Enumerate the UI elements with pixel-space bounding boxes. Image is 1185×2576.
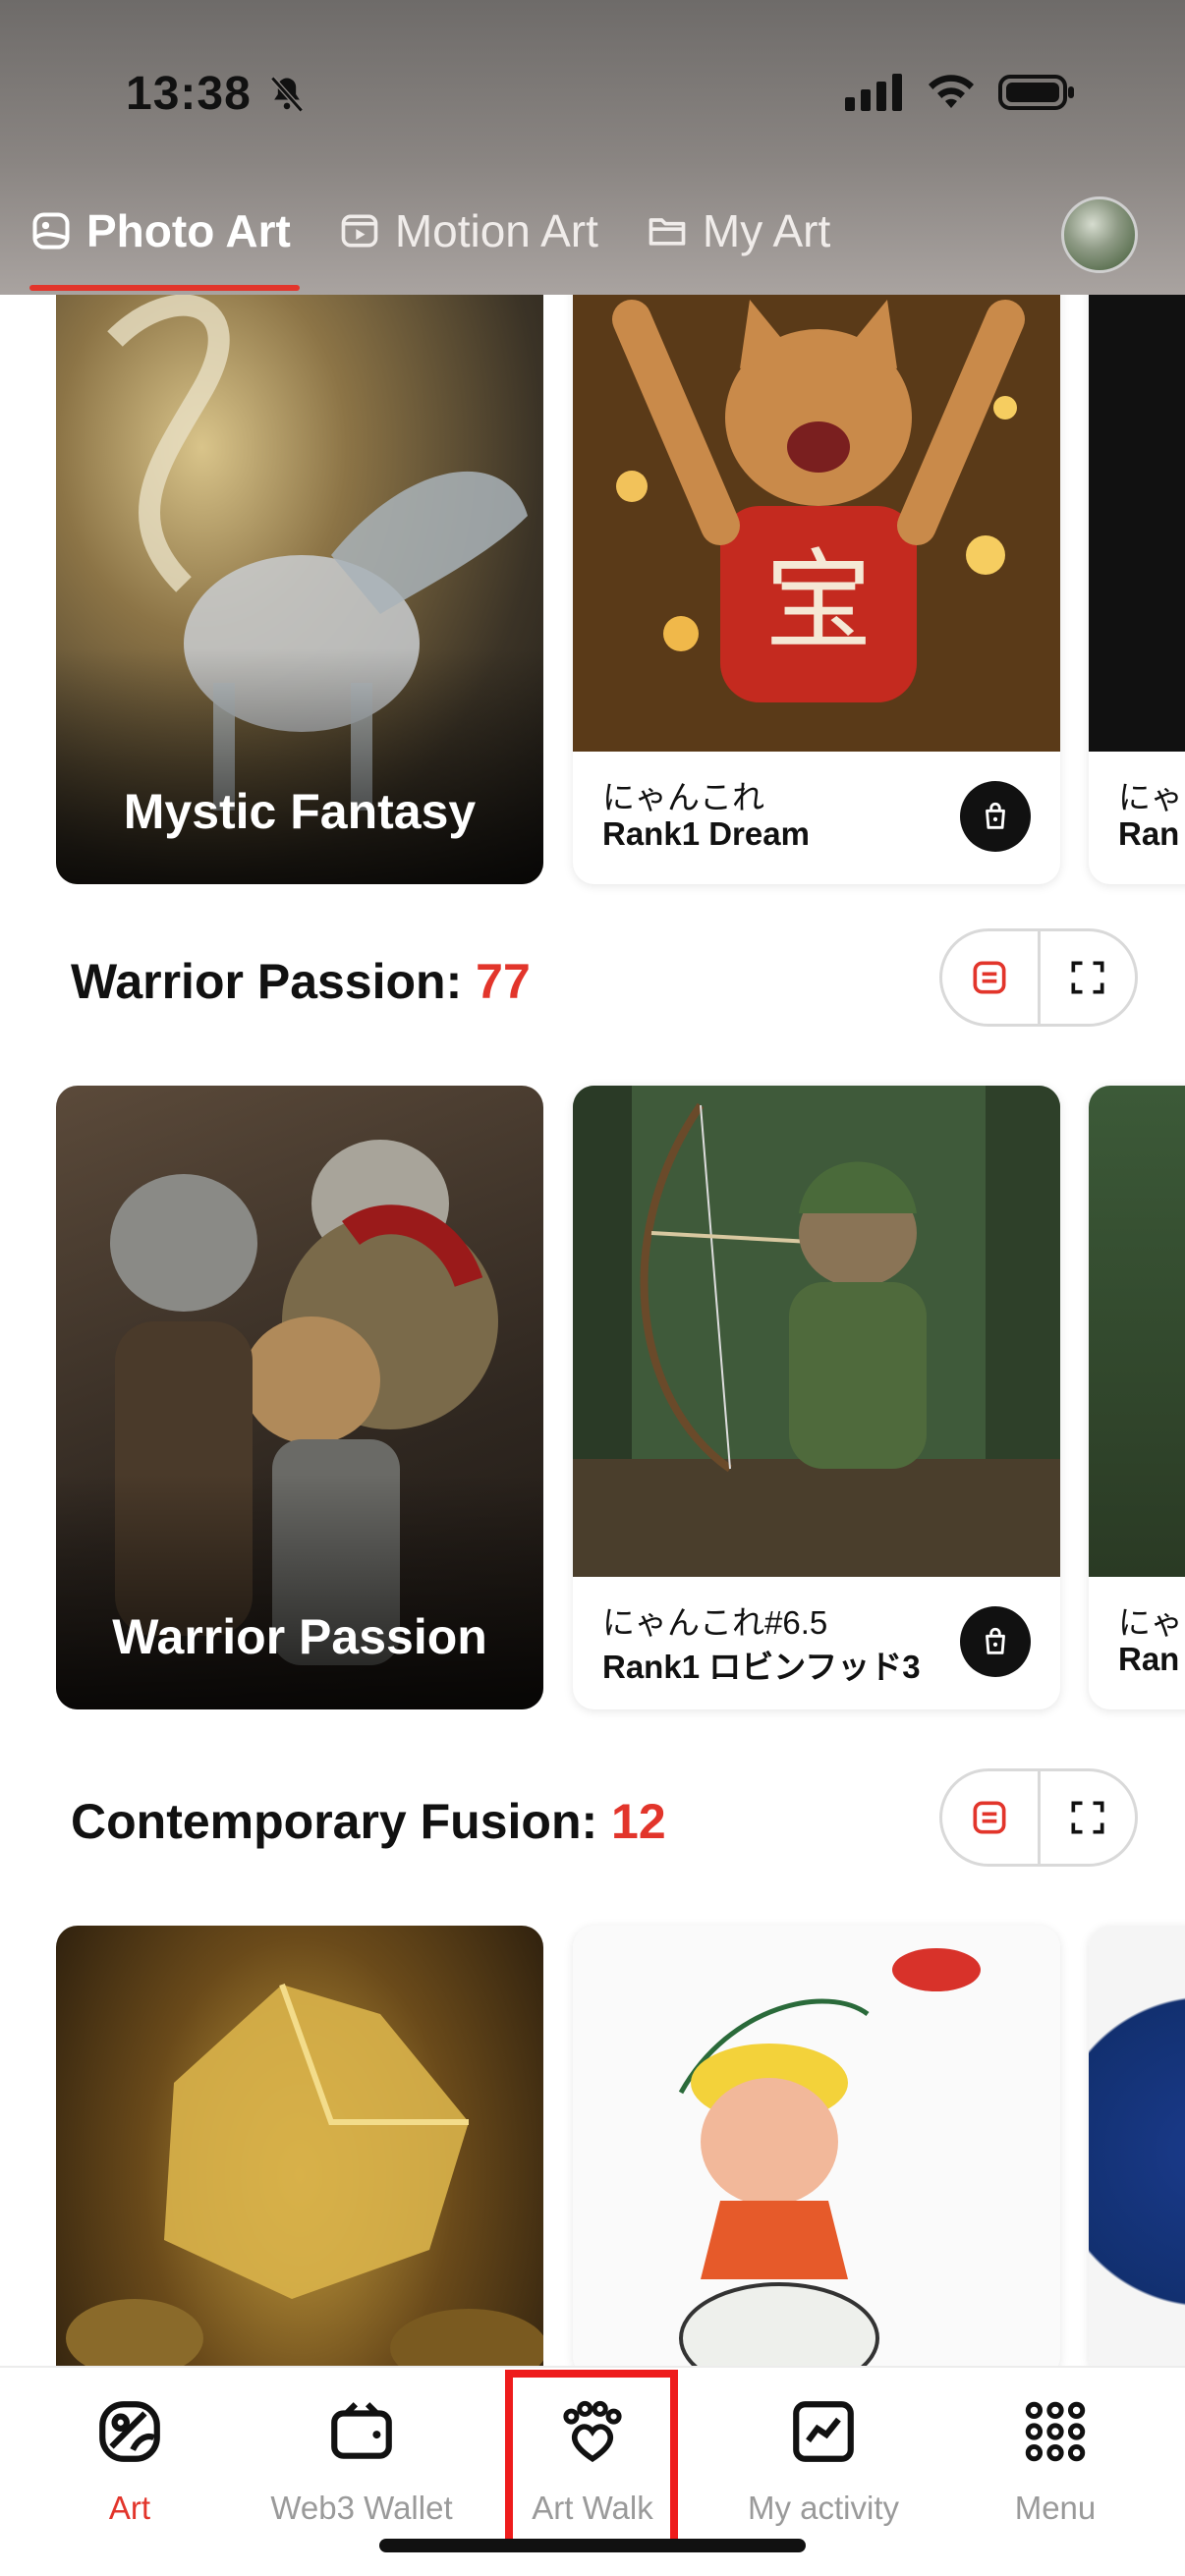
active-tab-indicator xyxy=(29,285,300,291)
collection-feature-card[interactable] xyxy=(56,1926,543,2366)
nav-label: Menu xyxy=(1014,2490,1097,2526)
tab-my-art[interactable]: My Art xyxy=(646,204,830,257)
section-count: 77 xyxy=(476,954,531,1009)
wallet-icon xyxy=(331,2402,392,2459)
cellular-signal-icon xyxy=(845,74,902,111)
art-card-title: にゃ xyxy=(1118,1604,1183,1641)
expand-icon xyxy=(1071,1801,1104,1834)
avatar[interactable] xyxy=(1061,196,1138,273)
app-header: 13:38 Photo Art Motion Art My Art xyxy=(0,0,1185,295)
art-card-title: にゃんこれ xyxy=(602,779,764,815)
folder-icon xyxy=(649,218,686,246)
photo-art-icon xyxy=(32,212,70,250)
home-indicator[interactable] xyxy=(379,2539,806,2552)
nav-art[interactable]: Art xyxy=(12,2395,248,2527)
nav-label: Art xyxy=(108,2490,151,2526)
section-title-contemporary-fusion: Contemporary Fusion: 12 xyxy=(71,1793,666,1850)
art-card-title: にゃんこれ#6.5 xyxy=(602,1604,828,1641)
activity-chart-icon xyxy=(793,2401,854,2462)
fullscreen-view-button[interactable] xyxy=(1037,931,1136,1024)
filter-list-icon xyxy=(973,1801,1006,1834)
art-card[interactable] xyxy=(1089,1926,1185,2366)
filter-list-icon xyxy=(973,961,1006,994)
shopping-bag-button[interactable] xyxy=(960,781,1031,852)
fullscreen-view-button[interactable] xyxy=(1037,1771,1136,1864)
art-card[interactable]: にゃ Ran xyxy=(1089,295,1185,884)
silent-bell-icon xyxy=(270,76,304,113)
section-title: Contemporary Fusion: xyxy=(71,1794,612,1849)
view-toggle-group xyxy=(939,928,1138,1027)
artwork-image xyxy=(1089,295,1185,752)
status-time: 13:38 xyxy=(126,68,252,120)
art-card[interactable] xyxy=(573,1926,1060,2366)
battery-icon xyxy=(998,75,1074,110)
wifi-icon xyxy=(929,75,974,108)
list-view-button[interactable] xyxy=(942,931,1038,1024)
svg-text:宝: 宝 xyxy=(764,538,873,664)
highlight-annotation-box xyxy=(505,2370,678,2552)
art-card[interactable]: 宝 にゃんこれ Rank1 Dream xyxy=(573,295,1060,884)
tab-label: Photo Art xyxy=(86,205,291,256)
cat-artwork-image: 宝 xyxy=(573,295,1060,752)
art-card-title: にゃ xyxy=(1118,779,1183,815)
tab-photo-art[interactable]: Photo Art xyxy=(29,204,291,257)
status-bar: 13:38 xyxy=(0,61,1185,130)
artwork-image xyxy=(1089,1086,1185,1577)
list-view-button[interactable] xyxy=(942,1771,1038,1864)
tab-label: Motion Art xyxy=(394,205,598,256)
shopping-bag-icon xyxy=(986,1627,1005,1654)
collection-feature-card[interactable]: Mystic Fantasy xyxy=(56,295,543,884)
art-card-subtitle: Rank1 ロビンフッド3 xyxy=(602,1649,921,1685)
image-shade xyxy=(56,648,543,884)
shopping-bag-icon xyxy=(986,802,1005,829)
archer-cat-artwork-image xyxy=(573,1086,1060,1577)
artwork-image xyxy=(1089,1926,1185,2366)
tab-motion-art[interactable]: Motion Art xyxy=(338,204,598,257)
art-card[interactable]: にゃんこれ#6.5 Rank1 ロビンフッド3 xyxy=(573,1086,1060,1709)
tab-label: My Art xyxy=(702,205,831,256)
nav-my-activity[interactable]: My activity xyxy=(705,2395,941,2527)
collection-row-warrior-passion: Warrior Passion にゃんこれ#6.5 Rank1 ロビンフッド3 xyxy=(0,1086,1185,1714)
shopping-bag-button[interactable] xyxy=(960,1606,1031,1677)
art-icon xyxy=(99,2401,160,2462)
nav-label: My activity xyxy=(747,2490,899,2526)
art-card-subtitle: Ran xyxy=(1118,815,1180,852)
expand-icon xyxy=(1071,961,1104,994)
art-card[interactable]: にゃ Ran xyxy=(1089,1086,1185,1709)
nav-web3-wallet[interactable]: Web3 Wallet xyxy=(244,2395,480,2527)
image-shade xyxy=(56,1474,543,1709)
art-type-tabs: Photo Art Motion Art My Art xyxy=(29,204,877,257)
collection-feature-label: Mystic Fantasy xyxy=(123,784,477,839)
art-feed[interactable]: Mystic Fantasy 宝 にゃんこれ Rank1 Dream にゃ Ra… xyxy=(0,295,1185,2366)
collection-feature-card[interactable]: Warrior Passion xyxy=(56,1086,543,1709)
motion-art-icon xyxy=(341,214,378,248)
section-count: 12 xyxy=(611,1794,666,1849)
section-title: Warrior Passion: xyxy=(71,954,477,1009)
art-card-subtitle: Rank1 Dream xyxy=(602,815,810,852)
view-toggle-group xyxy=(939,1768,1138,1867)
nav-label: Web3 Wallet xyxy=(270,2490,453,2526)
grid-menu-icon xyxy=(1025,2401,1086,2462)
collection-row-mystic-fantasy: Mystic Fantasy 宝 にゃんこれ Rank1 Dream にゃ Ra… xyxy=(0,295,1185,884)
art-card-subtitle: Ran xyxy=(1118,1641,1180,1677)
section-title-warrior-passion: Warrior Passion: 77 xyxy=(71,953,531,1010)
collection-row-contemporary-fusion xyxy=(0,1926,1185,2366)
nav-menu[interactable]: Menu xyxy=(937,2395,1173,2527)
gold-nugget-artwork-image xyxy=(66,1983,543,2366)
collection-feature-label: Warrior Passion xyxy=(112,1609,487,1664)
lucky-god-artwork-image xyxy=(573,1926,1060,2366)
